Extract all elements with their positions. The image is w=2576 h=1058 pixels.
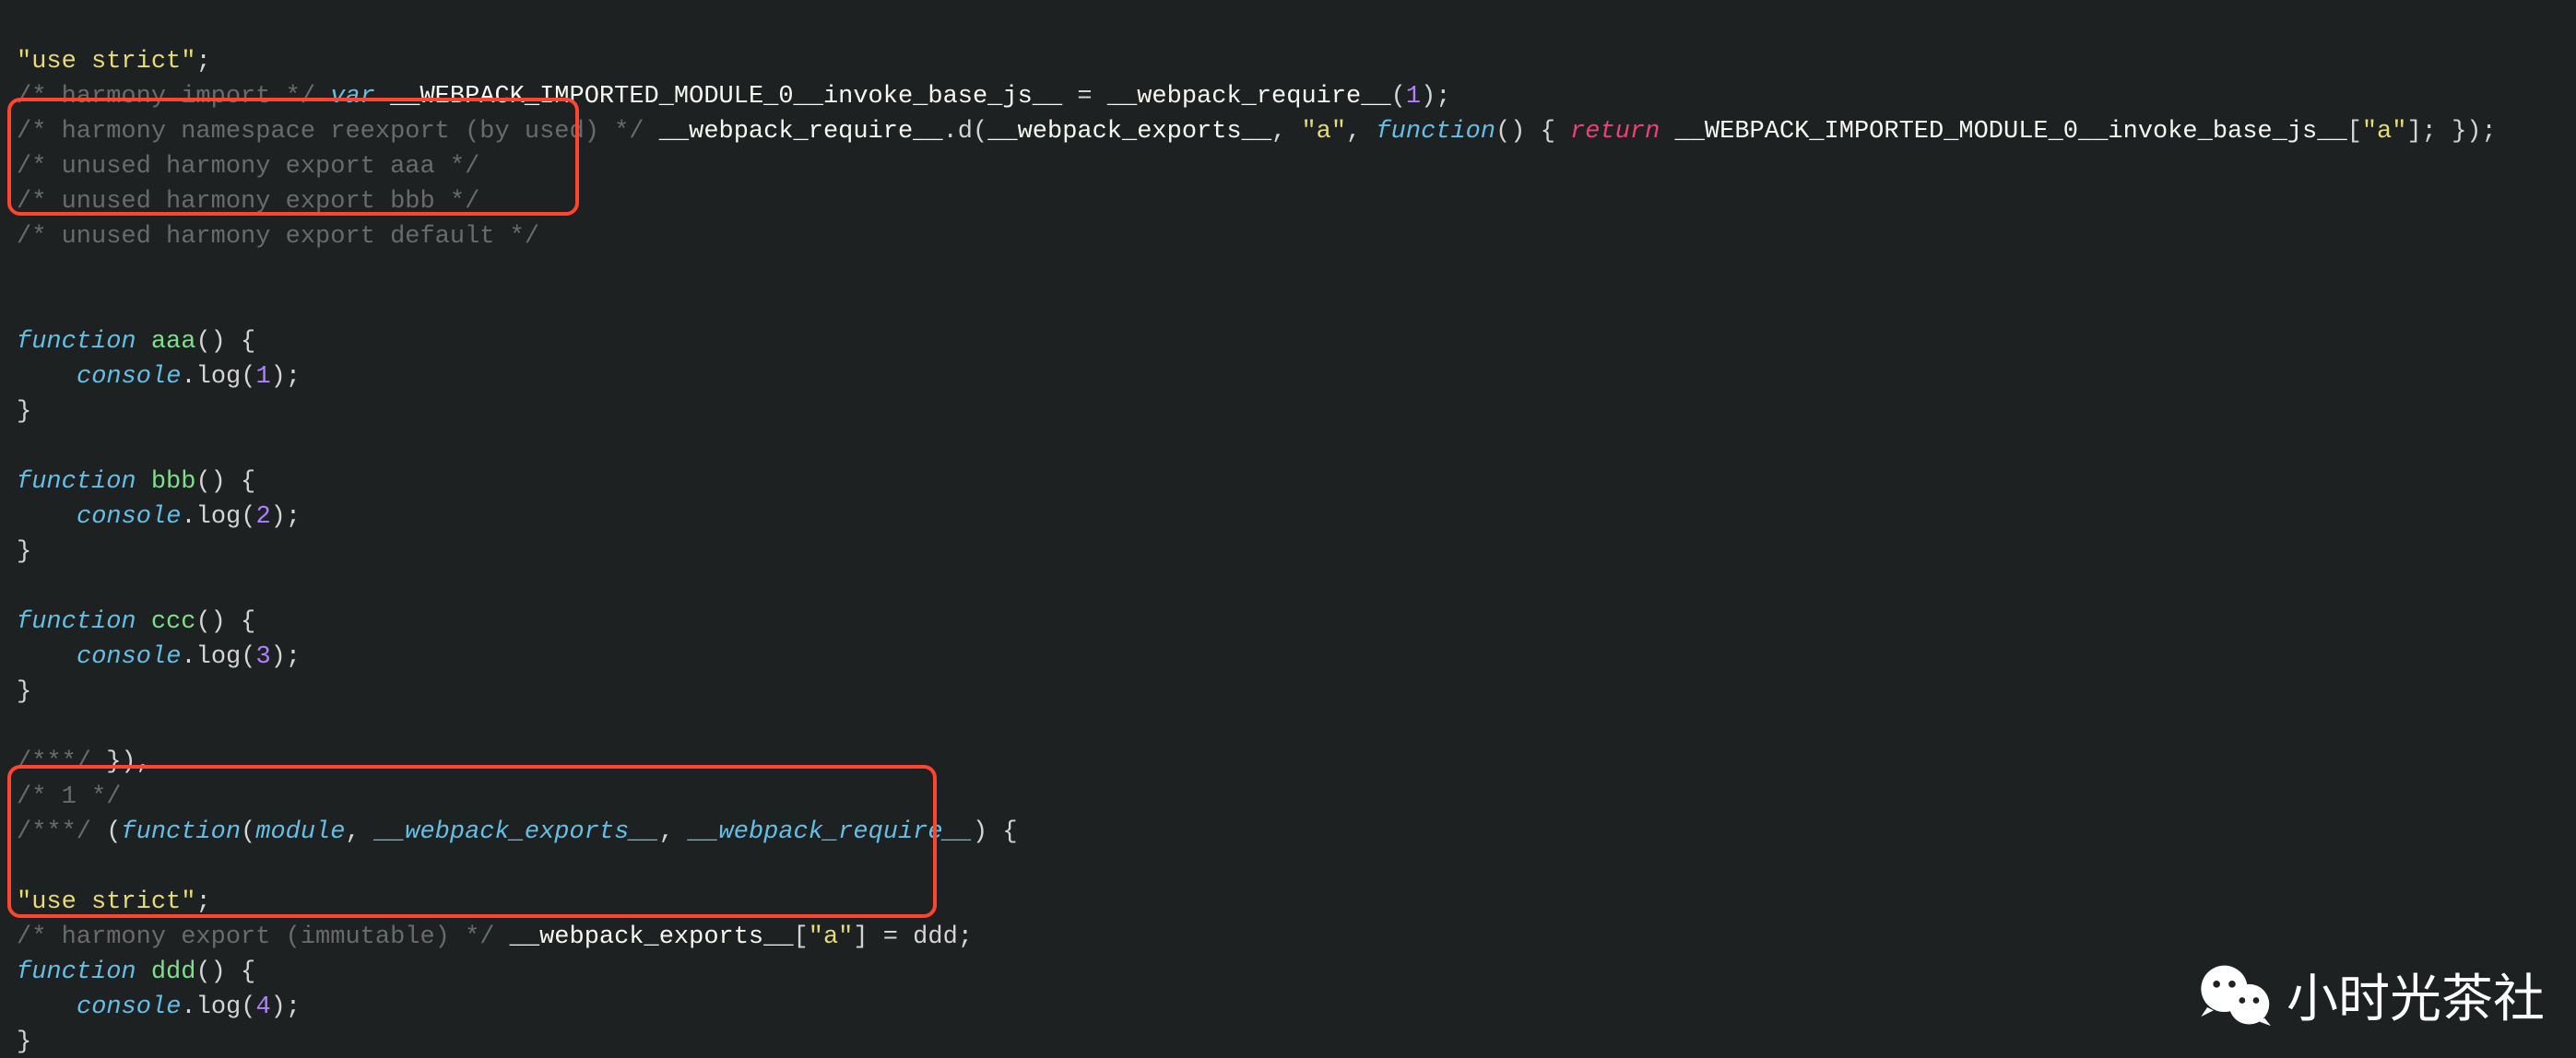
unused-export-comment: /* unused harmony export aaa */ [17, 153, 479, 181]
comment: /* harmony import */ [17, 83, 315, 111]
code-block: "use strict"; /* harmony import */ var _… [0, 0, 2576, 1058]
watermark: 小时光茶社 [2198, 958, 2545, 1032]
comment: /* harmony namespace reexport (by used) … [17, 118, 644, 146]
function-name: bbb [136, 468, 196, 496]
module-comment: /* 1 */ [17, 783, 121, 811]
comment: /***/ [17, 748, 91, 776]
unused-export-comment: /* unused harmony export bbb */ [17, 188, 479, 216]
function-name: ddd [136, 958, 196, 986]
watermark-text: 小时光茶社 [2286, 958, 2545, 1032]
string-literal: "use strict" [17, 48, 195, 76]
export-comment: /* harmony export (immutable) */ [17, 923, 494, 951]
unused-export-comment: /* unused harmony export default */ [17, 223, 539, 251]
keyword: function [17, 328, 136, 356]
function-name: ccc [136, 608, 196, 636]
function-name: aaa [136, 328, 196, 356]
wechat-icon [2198, 962, 2275, 1029]
